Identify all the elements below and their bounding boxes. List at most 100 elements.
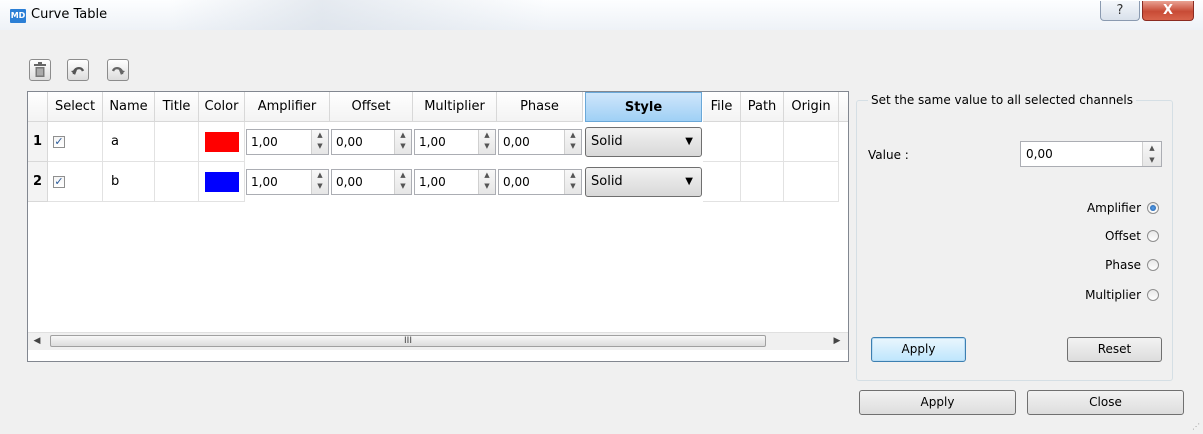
title-cell[interactable] bbox=[155, 162, 199, 202]
close-button[interactable]: Close bbox=[1027, 390, 1184, 415]
spin-arrows-icon[interactable]: ▲ ▼ bbox=[478, 170, 495, 194]
phase-spinbox[interactable]: 0,00 ▲ ▼ bbox=[498, 169, 582, 195]
column-header-phase[interactable]: Phase bbox=[497, 92, 583, 122]
file-cell[interactable] bbox=[703, 162, 741, 202]
radio-multiplier[interactable]: Multiplier bbox=[1085, 285, 1159, 305]
column-header-color[interactable]: Color bbox=[199, 92, 245, 122]
name-cell[interactable]: b bbox=[103, 162, 155, 202]
apply-button[interactable]: Apply bbox=[859, 390, 1016, 415]
radio-button[interactable] bbox=[1147, 259, 1159, 271]
column-header-multiplier[interactable]: Multiplier bbox=[413, 92, 497, 122]
name-cell[interactable]: a bbox=[103, 122, 155, 162]
scrollbar-thumb[interactable]: III bbox=[50, 335, 766, 347]
header-filler bbox=[839, 92, 848, 122]
redo-button[interactable] bbox=[107, 59, 129, 81]
app-icon: MD bbox=[10, 9, 26, 23]
color-cell bbox=[199, 122, 245, 162]
origin-cell[interactable] bbox=[784, 122, 839, 162]
offset-value: 0,00 bbox=[336, 175, 363, 189]
multiplier-value: 1,00 bbox=[419, 135, 446, 149]
style-dropdown[interactable]: Solid ▼ bbox=[585, 167, 702, 197]
select-checkbox[interactable]: ✓ bbox=[53, 176, 65, 188]
title-bar-sheen bbox=[170, 0, 550, 30]
resize-grip-icon[interactable]: ⋰ bbox=[1192, 422, 1200, 431]
window-title: Curve Table bbox=[31, 7, 108, 22]
color-swatch[interactable] bbox=[205, 172, 239, 192]
value-label: Value : bbox=[868, 148, 909, 162]
row-header[interactable]: 2 bbox=[28, 162, 48, 202]
panel-apply-button[interactable]: Apply bbox=[871, 337, 966, 362]
spin-arrows-icon[interactable]: ▲ ▼ bbox=[311, 130, 328, 154]
value-spinbox[interactable]: 0,00 ▲ ▼ bbox=[1020, 141, 1162, 167]
group-title: Set the same value to all selected chann… bbox=[868, 93, 1137, 107]
title-cell[interactable] bbox=[155, 122, 199, 162]
undo-button[interactable] bbox=[67, 59, 89, 81]
amplifier-value: 1,00 bbox=[251, 135, 278, 149]
column-header-title[interactable]: Title bbox=[155, 92, 199, 122]
spin-arrows-icon[interactable]: ▲ ▼ bbox=[1142, 142, 1161, 166]
spin-arrows-icon[interactable]: ▲ ▼ bbox=[564, 170, 581, 194]
delete-button[interactable] bbox=[29, 59, 51, 81]
select-cell: ✓ bbox=[48, 162, 103, 202]
panel-reset-button[interactable]: Reset bbox=[1067, 337, 1162, 362]
amplifier-spinbox[interactable]: 1,00 ▲ ▼ bbox=[246, 169, 329, 195]
column-header-amplifier[interactable]: Amplifier bbox=[245, 92, 330, 122]
style-value: Solid bbox=[591, 134, 623, 149]
column-header-origin[interactable]: Origin bbox=[784, 92, 839, 122]
radio-button[interactable] bbox=[1147, 202, 1159, 214]
origin-cell[interactable] bbox=[784, 162, 839, 202]
offset-spinbox[interactable]: 0,00 ▲ ▼ bbox=[331, 129, 412, 155]
radio-offset[interactable]: Offset bbox=[1105, 226, 1159, 246]
amplifier-value: 1,00 bbox=[251, 175, 278, 189]
radio-button[interactable] bbox=[1147, 230, 1159, 242]
horizontal-scrollbar[interactable]: ◀ III ▶ bbox=[28, 332, 848, 350]
corner-header[interactable] bbox=[28, 92, 48, 122]
row-header[interactable]: 1 bbox=[28, 122, 48, 162]
trash-icon bbox=[34, 62, 46, 77]
amplifier-spinbox[interactable]: 1,00 ▲ ▼ bbox=[246, 129, 329, 155]
help-button[interactable]: ? bbox=[1100, 1, 1140, 21]
column-header-style[interactable]: Style bbox=[585, 92, 702, 122]
phase-spinbox[interactable]: 0,00 ▲ ▼ bbox=[498, 129, 582, 155]
column-header-select[interactable]: Select bbox=[48, 92, 103, 122]
scroll-grip: III bbox=[404, 336, 412, 346]
radio-amplifier[interactable]: Amplifier bbox=[1087, 198, 1159, 218]
file-cell[interactable] bbox=[703, 122, 741, 162]
value-text: 0,00 bbox=[1026, 147, 1053, 161]
curve-table-window: MD Curve Table ? X Select Name Title Col… bbox=[0, 0, 1203, 434]
radio-label: Phase bbox=[1105, 258, 1141, 272]
offset-value: 0,00 bbox=[336, 135, 363, 149]
radio-label: Amplifier bbox=[1086, 201, 1141, 215]
spin-arrows-icon[interactable]: ▲ ▼ bbox=[564, 130, 581, 154]
title-bar: MD Curve Table ? X bbox=[0, 0, 1203, 30]
curve-table: Select Name Title Color Amplifier Offset… bbox=[27, 91, 849, 362]
multiplier-spinbox[interactable]: 1,00 ▲ ▼ bbox=[414, 129, 496, 155]
column-header-path[interactable]: Path bbox=[741, 92, 784, 122]
radio-button[interactable] bbox=[1147, 289, 1159, 301]
multiplier-spinbox[interactable]: 1,00 ▲ ▼ bbox=[414, 169, 496, 195]
spin-arrows-icon[interactable]: ▲ ▼ bbox=[394, 130, 411, 154]
spin-arrows-icon[interactable]: ▲ ▼ bbox=[311, 170, 328, 194]
path-cell[interactable] bbox=[741, 122, 784, 162]
scroll-left-icon[interactable]: ◀ bbox=[28, 333, 46, 350]
offset-spinbox[interactable]: 0,00 ▲ ▼ bbox=[331, 169, 412, 195]
radio-phase[interactable]: Phase bbox=[1105, 255, 1159, 275]
style-dropdown[interactable]: Solid ▼ bbox=[585, 127, 702, 157]
spin-arrows-icon[interactable]: ▲ ▼ bbox=[394, 170, 411, 194]
color-cell bbox=[199, 162, 245, 202]
select-checkbox[interactable]: ✓ bbox=[53, 136, 65, 148]
style-value: Solid bbox=[591, 174, 623, 189]
path-cell[interactable] bbox=[741, 162, 784, 202]
window-close-button[interactable]: X bbox=[1142, 1, 1194, 21]
column-header-name[interactable]: Name bbox=[103, 92, 155, 122]
radio-label: Multiplier bbox=[1085, 288, 1141, 302]
redo-icon bbox=[111, 66, 125, 75]
spin-arrows-icon[interactable]: ▲ ▼ bbox=[478, 130, 495, 154]
scroll-right-icon[interactable]: ▶ bbox=[828, 333, 846, 350]
radio-label: Offset bbox=[1104, 229, 1141, 243]
phase-value: 0,00 bbox=[503, 175, 530, 189]
column-header-offset[interactable]: Offset bbox=[330, 92, 413, 122]
column-header-file[interactable]: File bbox=[703, 92, 741, 122]
color-swatch[interactable] bbox=[205, 132, 239, 152]
dropdown-arrow-icon: ▼ bbox=[685, 136, 693, 147]
